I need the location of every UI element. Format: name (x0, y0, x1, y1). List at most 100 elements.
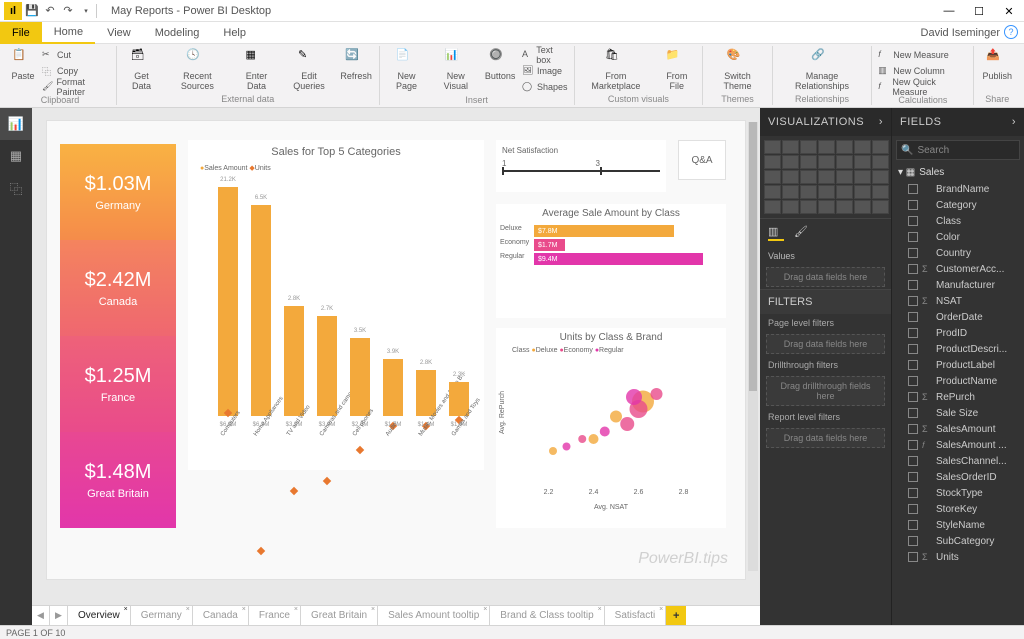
viz-type-icon[interactable] (818, 200, 835, 214)
viz-type-icon[interactable] (854, 170, 871, 184)
field-item[interactable]: ProductDescri... (892, 341, 1024, 357)
table-header[interactable]: ▾ ▦ Sales (892, 164, 1024, 181)
report-canvas[interactable]: $1.03MGermany$2.42MCanada$1.25MFrance$1.… (46, 120, 746, 580)
viz-type-icon[interactable] (800, 200, 817, 214)
page-tab[interactable]: Overview× (68, 606, 131, 625)
field-item[interactable]: ΣNSAT (892, 293, 1024, 309)
field-item[interactable]: ProductLabel (892, 357, 1024, 373)
refresh-button[interactable]: 🔄Refresh (338, 46, 375, 84)
cut-button[interactable]: ✂Cut (42, 47, 110, 62)
visual-scatter-chart[interactable]: Units by Class & Brand Class ●Deluxe ●Ec… (496, 328, 726, 528)
collapse-icon[interactable]: › (879, 116, 883, 128)
page-next[interactable]: ▶ (50, 606, 68, 625)
viz-type-icon[interactable] (782, 155, 799, 169)
viz-type-icon[interactable] (818, 140, 835, 154)
viz-type-icon[interactable] (782, 140, 799, 154)
paste-button[interactable]: 📋Paste (8, 46, 38, 84)
tab-home[interactable]: Home (42, 22, 95, 44)
field-item[interactable]: ΣUnits (892, 549, 1024, 565)
redo-icon[interactable]: ↷ (60, 3, 76, 19)
report-filter-well[interactable]: Drag data fields here (766, 428, 885, 448)
new-visual-button[interactable]: 📊New Visual (431, 46, 480, 94)
field-item[interactable]: SalesChannel... (892, 453, 1024, 469)
page-filter-well[interactable]: Drag data fields here (766, 334, 885, 354)
maximize-button[interactable]: ☐ (964, 0, 994, 22)
viz-type-icon[interactable] (764, 200, 781, 214)
help-icon[interactable]: ? (1004, 25, 1018, 39)
minimize-button[interactable]: — (934, 0, 964, 22)
viz-type-icon[interactable] (854, 140, 871, 154)
viz-type-icon[interactable] (836, 200, 853, 214)
viz-type-icon[interactable] (782, 200, 799, 214)
text-box-button[interactable]: AText box (522, 47, 568, 62)
page-tab[interactable]: Great Britain× (301, 606, 378, 625)
viz-type-icon[interactable] (836, 155, 853, 169)
viz-type-icon[interactable] (854, 200, 871, 214)
field-item[interactable]: ProductName (892, 373, 1024, 389)
drill-filter-well[interactable]: Drag drillthrough fields here (766, 376, 885, 406)
values-well[interactable]: Drag data fields here (766, 267, 885, 287)
viz-type-icon[interactable] (764, 170, 781, 184)
page-prev[interactable]: ◀ (32, 606, 50, 625)
viz-type-icon[interactable] (854, 155, 871, 169)
viz-type-icon[interactable] (836, 185, 853, 199)
format-pick-icon[interactable]: 🖌 (794, 225, 810, 241)
edit-queries-button[interactable]: ✎Edit Queries (282, 46, 335, 94)
visual-qa[interactable]: Q&A (678, 140, 726, 180)
tab-modeling[interactable]: Modeling (143, 22, 212, 44)
model-view-icon[interactable]: ⿻ (0, 172, 32, 204)
page-tab[interactable]: Canada× (193, 606, 249, 625)
field-item[interactable]: Color (892, 229, 1024, 245)
user-label[interactable]: David Iseminger (921, 22, 1000, 44)
kpi-card[interactable]: $1.25MFrance (60, 336, 176, 432)
viz-type-icon[interactable] (818, 170, 835, 184)
enter-data-button[interactable]: ▦Enter Data (233, 46, 280, 94)
viz-type-icon[interactable] (764, 185, 781, 199)
field-item[interactable]: Country (892, 245, 1024, 261)
viz-type-icon[interactable] (800, 170, 817, 184)
shapes-button[interactable]: ◯Shapes (522, 79, 568, 94)
switch-theme-button[interactable]: 🎨Switch Theme (707, 46, 767, 94)
viz-type-icon[interactable] (800, 185, 817, 199)
viz-type-icon[interactable] (818, 185, 835, 199)
get-data-button[interactable]: 🗃Get Data (121, 46, 162, 94)
field-item[interactable]: StoreKey (892, 501, 1024, 517)
viz-type-icon[interactable] (872, 170, 889, 184)
collapse-icon[interactable]: › (1012, 116, 1016, 128)
format-painter-button[interactable]: 🖌Format Painter (42, 79, 110, 94)
kpi-card[interactable]: $1.03MGermany (60, 144, 176, 240)
fields-search-input[interactable]: 🔍 Search (896, 140, 1020, 160)
viz-type-icon[interactable] (872, 200, 889, 214)
field-item[interactable]: StyleName (892, 517, 1024, 533)
from-marketplace-button[interactable]: 🛍From Marketplace (579, 46, 654, 94)
page-tab[interactable]: Satisfacti× (605, 606, 667, 625)
field-item[interactable]: Category (892, 197, 1024, 213)
visual-avg-chart[interactable]: Average Sale Amount by Class Deluxe$7.8M… (496, 204, 726, 318)
field-item[interactable]: Manufacturer (892, 277, 1024, 293)
field-item[interactable]: ΣSalesAmount (892, 421, 1024, 437)
field-item[interactable]: BrandName (892, 181, 1024, 197)
buttons-button[interactable]: 🔘Buttons (482, 46, 518, 84)
visual-bar-chart[interactable]: Sales for Top 5 Categories ●Sales Amount… (188, 140, 484, 470)
viz-type-icon[interactable] (800, 155, 817, 169)
new-quick-measure-button[interactable]: 𝑓New Quick Measure (878, 79, 967, 94)
viz-type-icon[interactable] (764, 140, 781, 154)
kpi-card[interactable]: $1.48MGreat Britain (60, 432, 176, 528)
field-item[interactable]: OrderDate (892, 309, 1024, 325)
viz-type-icon[interactable] (872, 185, 889, 199)
viz-type-icon[interactable] (854, 185, 871, 199)
tab-view[interactable]: View (95, 22, 143, 44)
field-item[interactable]: ΣCustomerAcc... (892, 261, 1024, 277)
field-item[interactable]: ProdID (892, 325, 1024, 341)
viz-type-icon[interactable] (800, 140, 817, 154)
viz-type-icon[interactable] (872, 140, 889, 154)
save-icon[interactable]: 💾 (24, 3, 40, 19)
add-page-button[interactable]: + (666, 606, 686, 625)
image-button[interactable]: 🖼Image (522, 63, 568, 78)
canvas-scrollbar[interactable] (748, 122, 758, 571)
viz-type-icon[interactable] (764, 155, 781, 169)
undo-icon[interactable]: ↶ (42, 3, 58, 19)
viz-type-icon[interactable] (836, 170, 853, 184)
new-measure-button[interactable]: 𝑓New Measure (878, 47, 967, 62)
field-item[interactable]: SalesOrderID (892, 469, 1024, 485)
